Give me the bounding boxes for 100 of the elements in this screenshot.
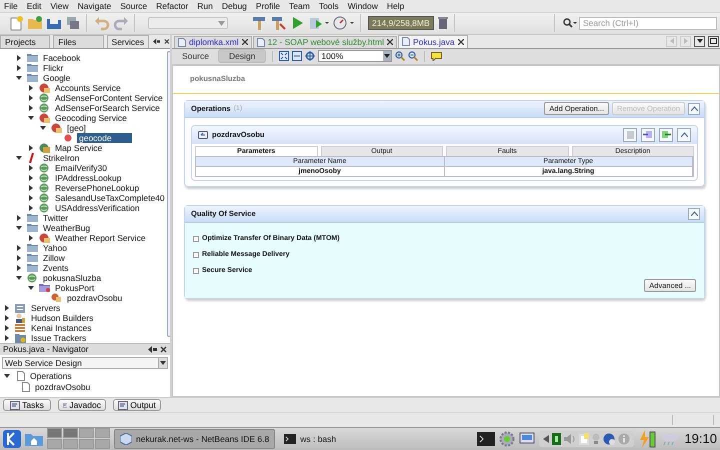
tree-item[interactable]: SalesandUseTaxComplete40 (53, 192, 167, 203)
tree-item[interactable]: Weather Report Service (53, 232, 148, 243)
zoom-out-icon[interactable] (408, 51, 418, 62)
tree-item[interactable]: Hudson Builders (29, 312, 96, 323)
debug-icon[interactable] (308, 15, 330, 32)
tree-item[interactable]: pozdravOsobu (65, 292, 124, 303)
profile-icon[interactable] (333, 15, 355, 32)
trash-icon[interactable] (436, 16, 449, 30)
tree-item[interactable]: WeatherBug (41, 222, 92, 233)
taskbar-window[interactable]: nekurak.net-ws - NetBeans IDE 6.8 (114, 428, 276, 449)
home-folder-icon[interactable] (25, 432, 43, 446)
collapse-arrow-icon[interactable] (16, 224, 23, 231)
tree-item[interactable]: ReversePhoneLookup (53, 182, 142, 193)
taskbar-window[interactable]: ws : bash (279, 430, 426, 448)
tree-item[interactable]: geocode (77, 132, 132, 143)
tree-item[interactable]: [geo] (65, 122, 88, 133)
search-icon[interactable] (563, 18, 577, 28)
fit-width-icon[interactable] (292, 51, 302, 62)
zoom-in-icon[interactable] (395, 51, 406, 62)
editor-tab[interactable]: Pokus.java (398, 34, 468, 48)
output-window-button[interactable]: Tasks (3, 399, 51, 412)
expand-arrow-icon[interactable] (28, 104, 35, 111)
panel-tab[interactable]: Files (53, 34, 104, 48)
expand-arrow-icon[interactable] (16, 64, 23, 71)
tree-item[interactable]: Facebook (41, 52, 82, 63)
menu-item[interactable]: Help (386, 0, 404, 11)
expand-arrow-icon[interactable] (16, 254, 23, 261)
network-icon[interactable] (603, 432, 616, 445)
app-icon[interactable] (552, 432, 562, 445)
clock[interactable]: 19:10 (684, 431, 717, 446)
input-button[interactable] (641, 128, 655, 142)
expand-arrow-icon[interactable] (16, 244, 23, 251)
desktop-pager[interactable] (47, 428, 110, 450)
clean-build-icon[interactable] (270, 15, 286, 32)
menu-item[interactable]: Source (120, 0, 148, 11)
tree-item[interactable]: IPAddressLookup (53, 172, 124, 183)
expand-arrow-icon[interactable] (28, 144, 35, 151)
checkbox[interactable] (193, 236, 199, 242)
tree-item[interactable]: Geocoding Service (53, 112, 129, 123)
new-file-icon[interactable] (8, 15, 24, 32)
search-field[interactable]: Search (Ctrl+I) (579, 16, 717, 30)
tree-item[interactable]: AdSenseForContent Service (53, 92, 165, 103)
tree-item[interactable]: Zillow (41, 252, 67, 263)
menu-item[interactable]: Tools (318, 0, 339, 11)
output-window-button[interactable]: Output (113, 399, 161, 412)
editor-tab[interactable]: diplomka.xml (174, 36, 252, 48)
tree-item[interactable]: Twitter (41, 212, 70, 223)
expand-arrow-icon[interactable] (28, 84, 35, 91)
document-button[interactable] (623, 128, 637, 142)
view-dropdown[interactable]: Web Service Design (2, 356, 168, 369)
memory-indicator[interactable]: 214,9/258,8MB (368, 16, 434, 30)
settings-icon[interactable] (499, 430, 516, 447)
collapse-arrow-icon[interactable] (40, 124, 47, 131)
collapse-arrow-icon[interactable] (16, 274, 23, 281)
collapse-button[interactable] (688, 102, 700, 115)
hammer-icon[interactable] (251, 15, 267, 32)
expand-arrow-icon[interactable] (4, 304, 11, 311)
menu-item[interactable]: Debug (222, 0, 247, 11)
close-icon[interactable] (387, 39, 393, 46)
expand-arrow-icon[interactable] (28, 234, 35, 241)
terminal-icon[interactable] (477, 432, 496, 446)
checkbox[interactable] (193, 268, 199, 274)
tree-item[interactable]: Google (41, 72, 72, 83)
crosshair-icon[interactable] (305, 51, 316, 62)
comment-icon[interactable] (431, 52, 442, 61)
expand-arrow-icon[interactable] (4, 324, 11, 331)
expand-arrow-icon[interactable] (4, 314, 11, 321)
menu-item[interactable]: Team (289, 0, 310, 11)
collapse-arrow-icon[interactable] (28, 284, 35, 291)
expand-arrow-icon[interactable] (28, 174, 35, 181)
close-icon[interactable] (160, 346, 167, 353)
tree-item[interactable]: Map Service (53, 142, 104, 153)
close-icon[interactable] (242, 39, 248, 46)
scrollbar[interactable] (166, 50, 170, 337)
new-folder-icon[interactable] (27, 15, 43, 32)
output-button[interactable] (659, 128, 673, 142)
tree-item[interactable]: Issue Trackers (29, 332, 88, 343)
expand-arrow-icon[interactable] (28, 164, 35, 171)
output-window-button[interactable]: Javadoc (58, 399, 106, 412)
tree-item[interactable]: Servers (29, 302, 62, 313)
windows-icon[interactable] (65, 15, 81, 32)
menu-item[interactable]: View (50, 0, 69, 11)
tree-item[interactable]: Yahoo (41, 242, 69, 253)
expand-arrow-icon[interactable] (28, 184, 35, 191)
expand-arrow-icon[interactable] (16, 264, 23, 271)
close-icon[interactable] (458, 38, 464, 45)
minimize-icon[interactable] (153, 38, 160, 45)
menu-item[interactable]: Refactor (156, 0, 188, 11)
tree-item[interactable]: Accounts Service (53, 82, 123, 93)
collapse-button[interactable] (677, 128, 691, 142)
tree-item[interactable]: Kenai Instances (29, 322, 94, 333)
view-toggle[interactable]: Source (176, 50, 215, 62)
expand-arrow-icon[interactable] (28, 94, 35, 101)
checkbox[interactable] (193, 252, 199, 258)
tree-item[interactable]: PokusPort (53, 282, 96, 293)
tree-item[interactable]: USAddressVerification (53, 202, 142, 213)
collapse-arrow-icon[interactable] (28, 114, 35, 121)
collapse-button[interactable] (688, 208, 700, 220)
menu-item[interactable]: Navigate (78, 0, 112, 11)
expand-arrow-icon[interactable] (16, 214, 23, 221)
